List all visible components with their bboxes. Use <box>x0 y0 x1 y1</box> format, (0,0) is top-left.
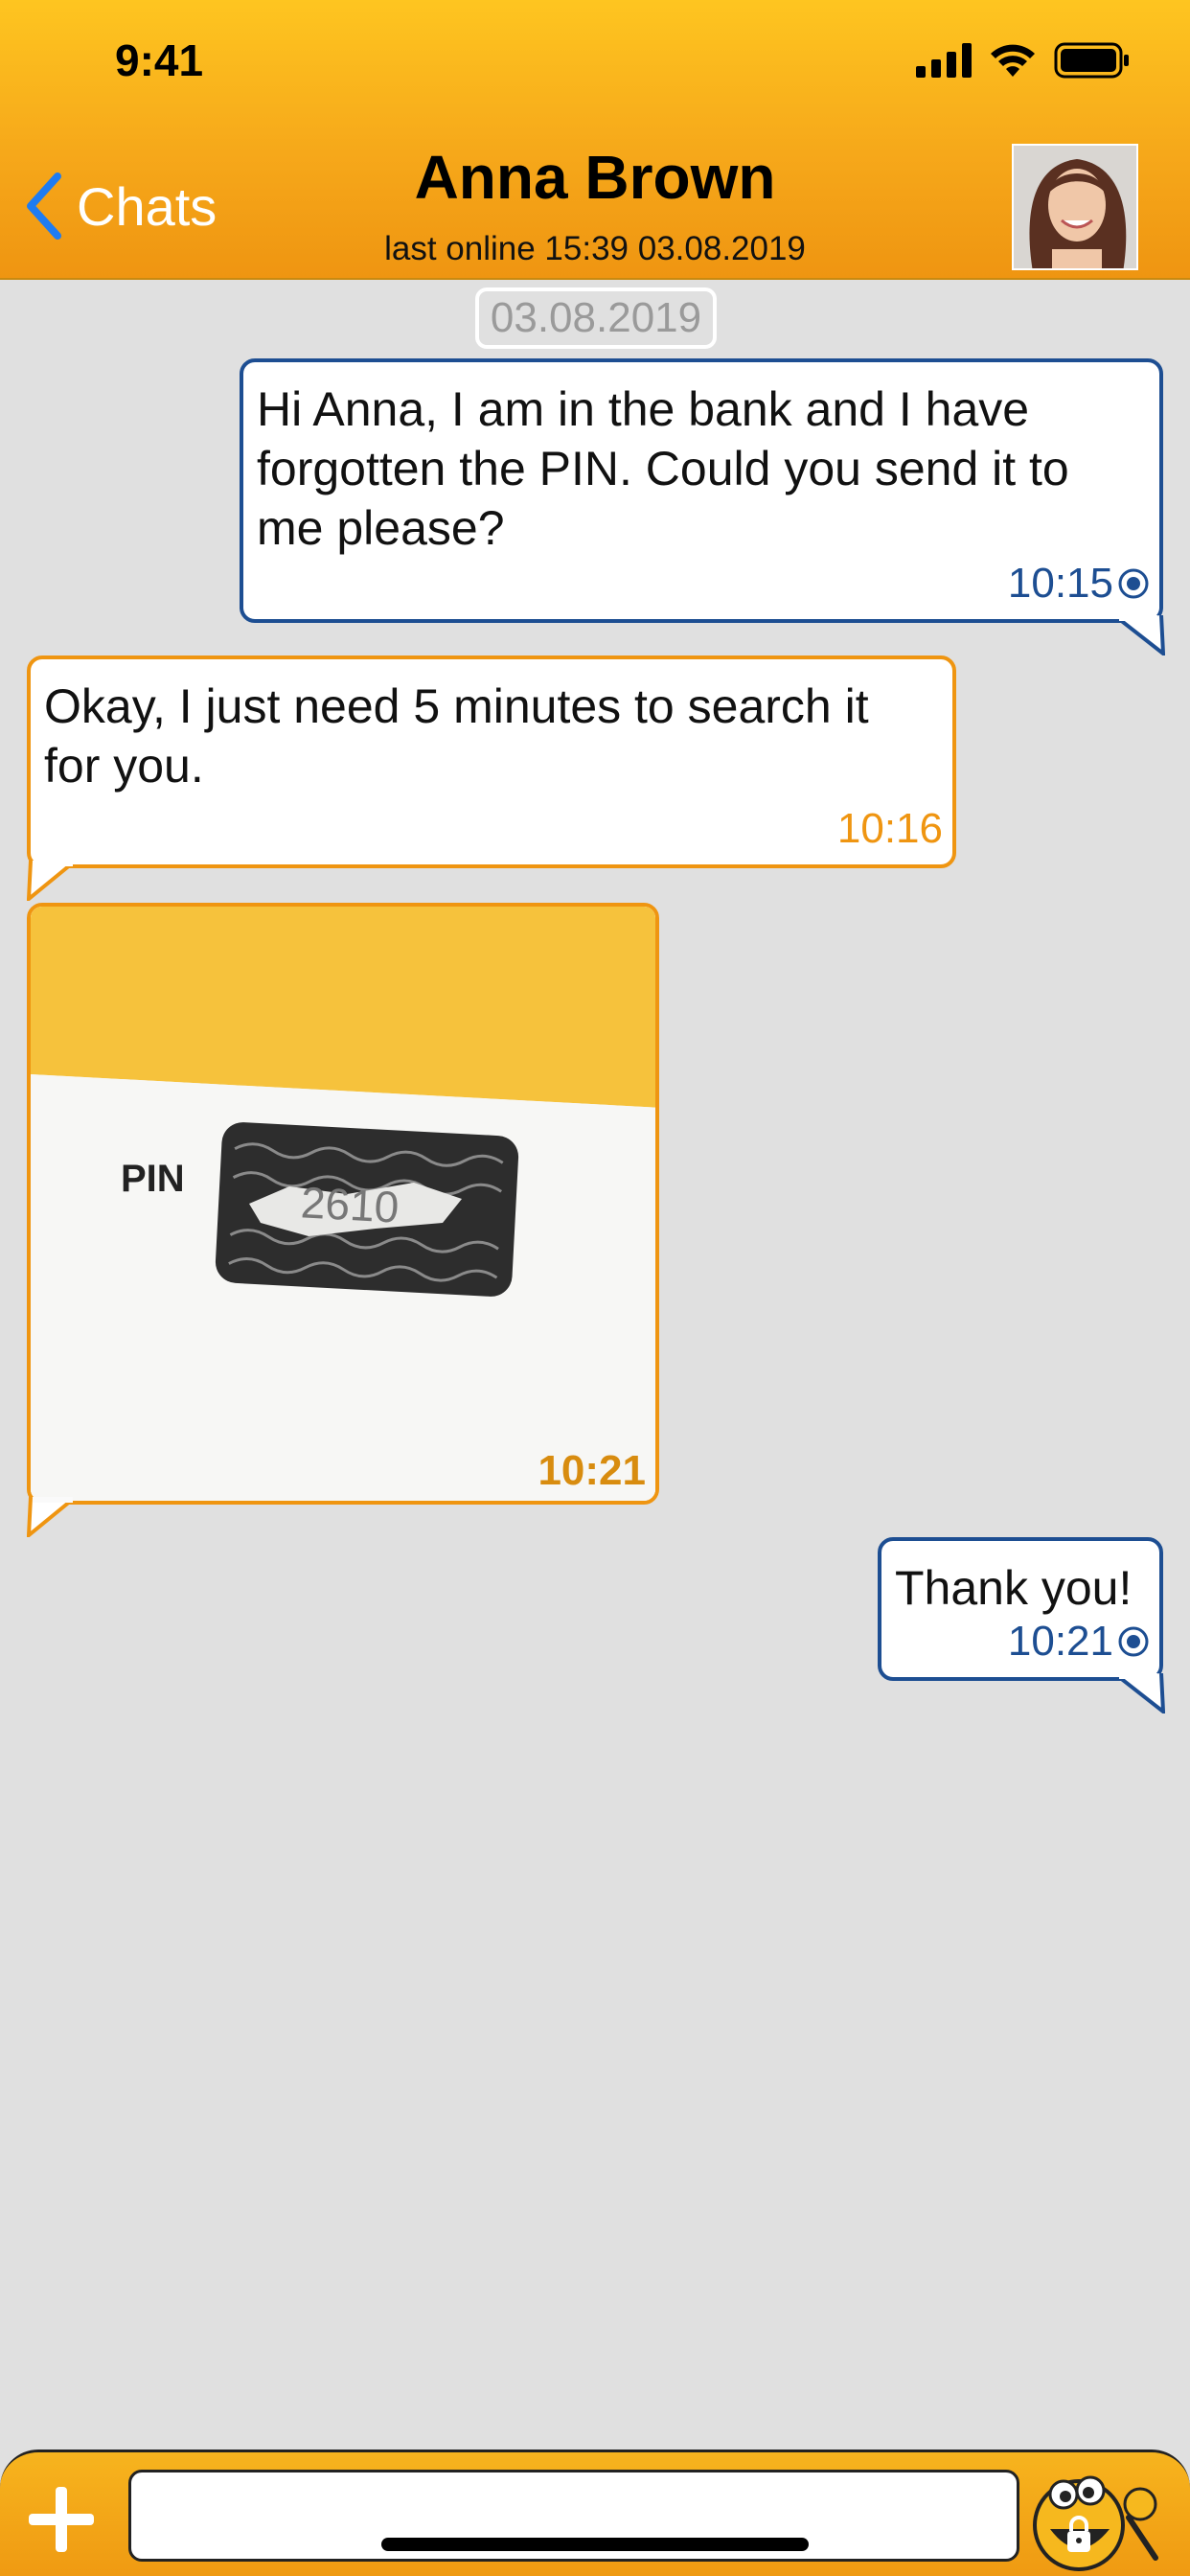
message-time-label: 10:15 <box>1007 560 1113 607</box>
message-bubble-incoming[interactable]: Okay, I just need 5 minutes to search it… <box>27 656 956 868</box>
message-time: 10:21 <box>1008 1612 1150 1671</box>
image-pin-code: 2610 <box>299 1177 400 1232</box>
signal-icon <box>916 43 972 78</box>
avatar[interactable] <box>1012 144 1138 270</box>
chat-header: 9:41 Chats Anna Brown last online 15:39 … <box>0 0 1190 280</box>
bubble-tail-outgoing <box>1119 615 1165 656</box>
message-time: 10:16 <box>837 799 943 859</box>
message-bubble-outgoing[interactable]: Hi Anna, I am in the bank and I have for… <box>240 358 1163 623</box>
status-time: 9:41 <box>115 35 204 85</box>
secure-mascot-button[interactable] <box>1029 2462 1173 2575</box>
message-text: Thank you! <box>895 1561 1133 1615</box>
bubble-tail-incoming <box>27 1497 73 1537</box>
status-icons <box>916 42 1131 79</box>
bubble-tail-outgoing <box>1119 1673 1165 1714</box>
delivered-icon <box>1118 568 1149 599</box>
message-time-label: 10:21 <box>1007 1618 1113 1665</box>
contact-photo <box>1014 146 1136 268</box>
date-separator: 03.08.2019 <box>475 288 717 349</box>
message-text: Hi Anna, I am in the bank and I have for… <box>257 382 1069 555</box>
delivered-icon <box>1118 1626 1149 1657</box>
message-time-label: 10:16 <box>836 805 943 852</box>
image-pin-label: PIN <box>121 1158 185 1200</box>
message-image-bubble[interactable]: PIN 2610 10:21 <box>27 903 659 1505</box>
mascot-lock-icon <box>1033 2475 1158 2571</box>
message-composer <box>0 2450 1190 2576</box>
message-time: 10:15 <box>1008 554 1150 613</box>
message-time: 10:21 <box>538 1447 646 1494</box>
battery-icon <box>1054 42 1129 79</box>
message-text: Okay, I just need 5 minutes to search it… <box>44 679 869 793</box>
add-attachment-button[interactable] <box>23 2481 100 2558</box>
home-indicator <box>381 2538 809 2551</box>
bubble-tail-incoming <box>27 861 73 901</box>
wifi-icon <box>991 44 1035 77</box>
plus-icon <box>29 2487 94 2552</box>
message-bubble-outgoing[interactable]: Thank you! 10:21 <box>878 1537 1163 1681</box>
